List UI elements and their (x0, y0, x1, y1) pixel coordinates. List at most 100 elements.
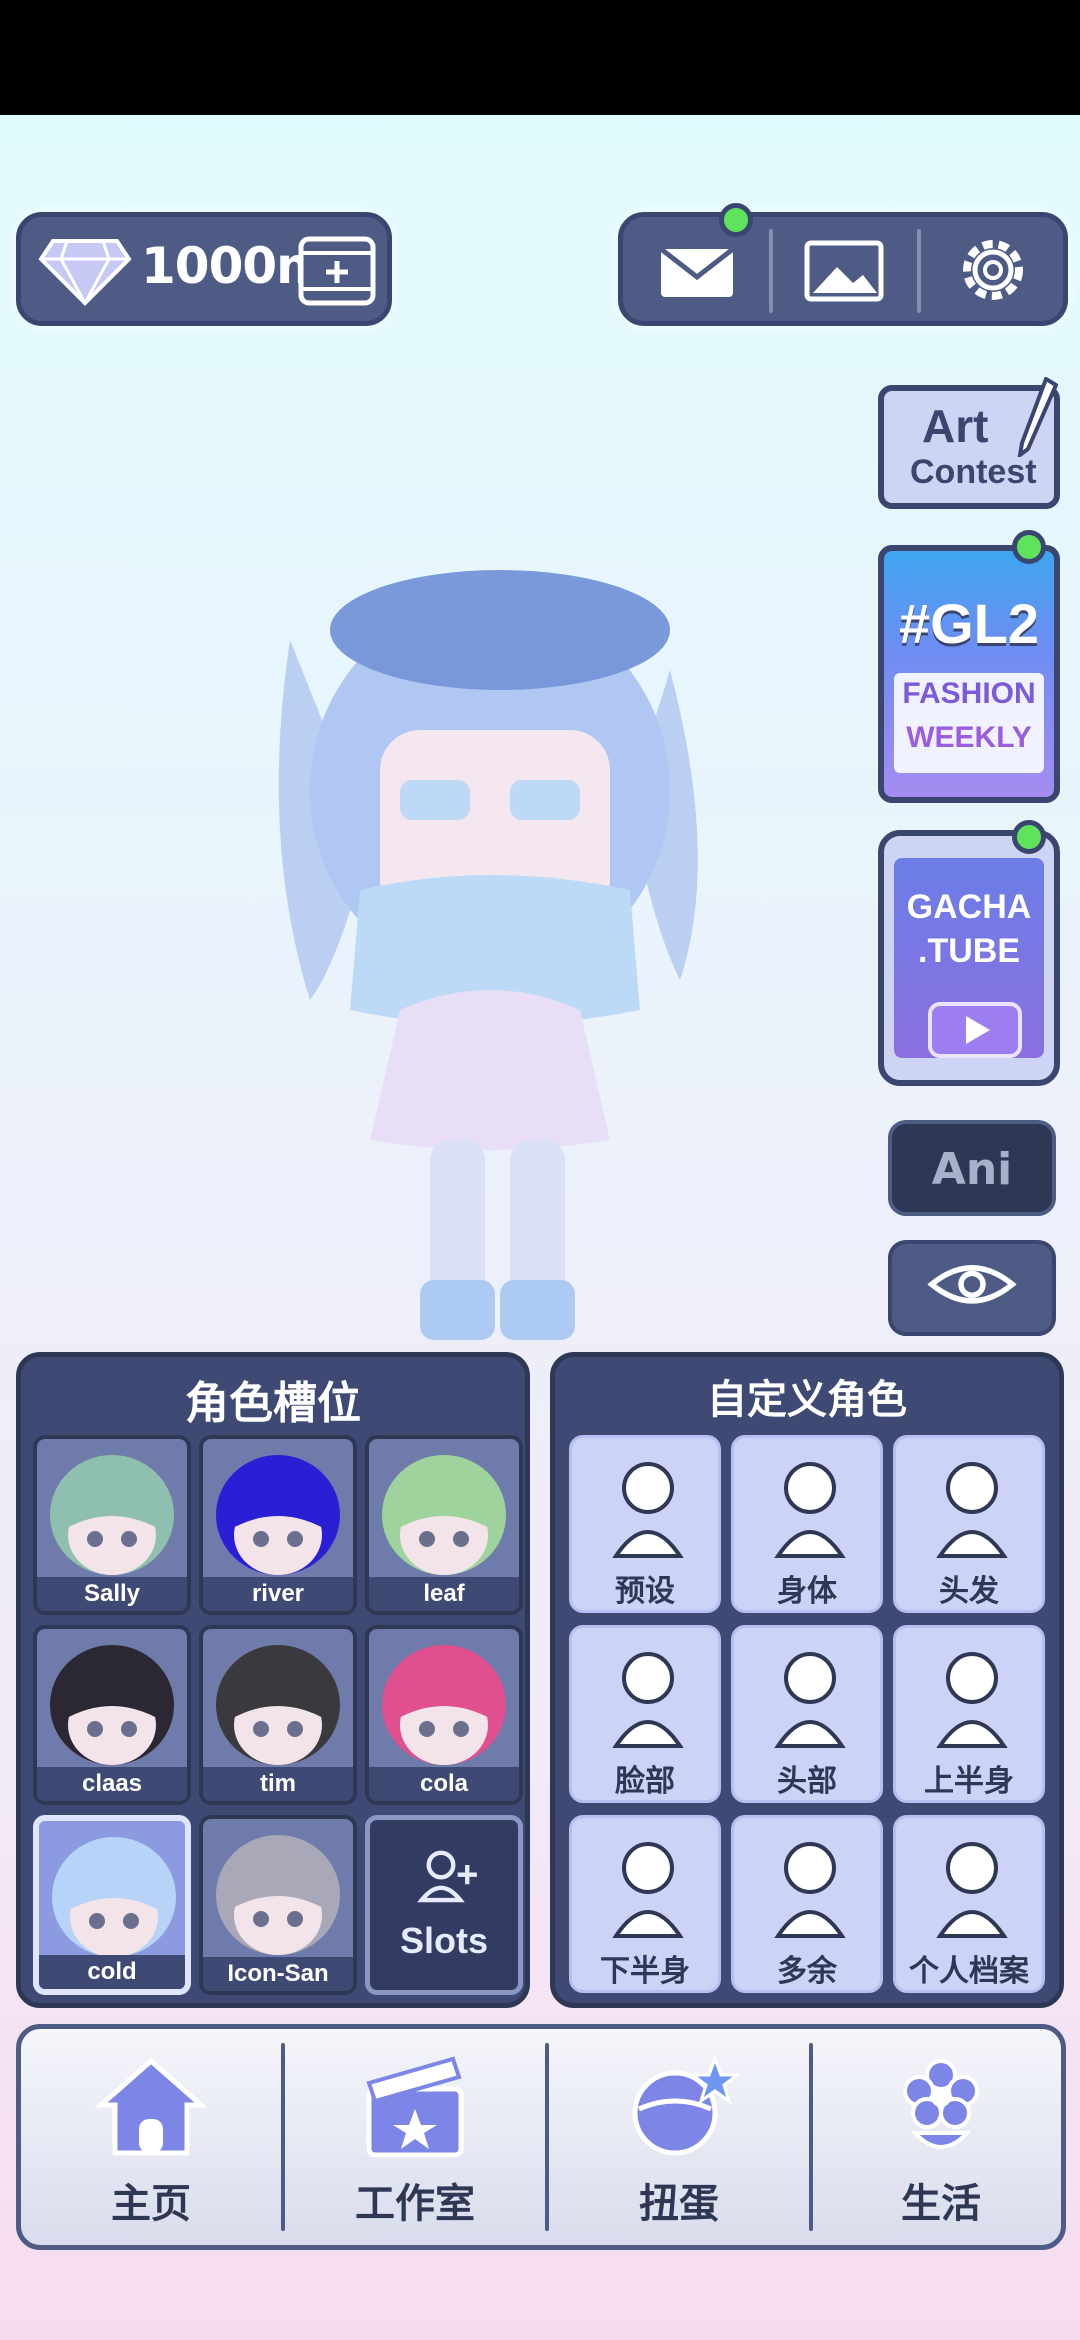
category-label: 上半身 (924, 1764, 1014, 1799)
gacha-tube-notification-dot (1012, 820, 1046, 854)
category-profile[interactable]: 个人档案 (893, 1815, 1045, 1993)
toggle-visibility-button[interactable] (888, 1240, 1056, 1336)
customize-panel: 自定义角色 预设 身体 头发脸部 头部 上半身下半身 多余 个人档案 (550, 1352, 1064, 2008)
character-face-icon (52, 1837, 176, 1957)
upper-body-icon (936, 1652, 1008, 1748)
gl2-tag: #GL2 (898, 592, 1040, 655)
character-slot-name: Icon-San (203, 1957, 353, 1991)
character-face-icon (216, 1455, 340, 1575)
face-icon (612, 1652, 684, 1748)
profile-icon (936, 1842, 1008, 1938)
category-body[interactable]: 身体 (731, 1435, 883, 1613)
character-slot[interactable]: claas (33, 1625, 191, 1805)
head-accessory-icon (774, 1652, 846, 1748)
mail-icon (659, 247, 735, 297)
weekly-label: WEEKLY (906, 721, 1032, 754)
body-icon (774, 1462, 846, 1558)
nav-home[interactable]: 主页 (21, 2029, 281, 2245)
gear-icon (963, 240, 1023, 300)
category-head-accessory[interactable]: 头部 (731, 1625, 883, 1803)
top-toolbar (618, 203, 1068, 326)
character-slot[interactable]: Icon-San (199, 1815, 357, 1995)
nav-studio[interactable]: 工作室 (285, 2029, 545, 2245)
gacha-icon (632, 2054, 739, 2156)
gacha-tube-line2: .TUBE (918, 932, 1020, 970)
art-contest-line1: Art (922, 400, 989, 452)
animate-button[interactable]: Ani (888, 1120, 1056, 1216)
character-slot-name: river (203, 1577, 353, 1611)
fashion-notification-dot (1012, 530, 1046, 564)
character-face-icon (382, 1455, 506, 1575)
toolbar-divider (769, 229, 773, 313)
status-bar (0, 0, 1080, 115)
art-contest-button[interactable]: Art Contest (878, 377, 1060, 509)
category-extra[interactable]: 多余 (731, 1815, 883, 1993)
gallery-button[interactable] (781, 227, 901, 313)
character-face-icon (50, 1645, 174, 1765)
category-label: 多余 (777, 1954, 837, 1989)
nav-life-label: 生活 (901, 2181, 981, 2227)
category-label: 预设 (615, 1574, 675, 1609)
nav-gacha[interactable]: 扭蛋 (549, 2029, 809, 2245)
character-slot-name: cold (39, 1955, 185, 1989)
character-slot[interactable]: cola (365, 1625, 523, 1805)
character-slot[interactable]: Sally (33, 1435, 191, 1615)
character-preview[interactable] (250, 540, 750, 1360)
character-face-icon (216, 1835, 340, 1955)
home-icon (94, 2057, 208, 2156)
category-label: 头发 (939, 1574, 999, 1609)
mail-button[interactable] (637, 227, 757, 313)
film-plus-icon[interactable] (297, 235, 377, 307)
hair-icon (936, 1462, 1008, 1558)
fashion-weekly-button[interactable]: #GL2 FASHION WEEKLY (878, 545, 1060, 803)
category-label: 身体 (777, 1574, 837, 1609)
category-face[interactable]: 脸部 (569, 1625, 721, 1803)
category-upper-body[interactable]: 上半身 (893, 1625, 1045, 1803)
diamond-icon (38, 239, 132, 307)
character-slots-panel: 角色槽位 Sally river leaf claas tim cola cold Icon-… (16, 1352, 530, 2008)
preset-icon (612, 1462, 684, 1558)
character-slot-name: claas (37, 1767, 187, 1801)
category-lower-body[interactable]: 下半身 (569, 1815, 721, 1993)
add-slots-button[interactable]: Slots (365, 1815, 523, 1995)
category-label: 个人档案 (909, 1954, 1029, 1989)
toolbar-divider (917, 229, 921, 313)
category-hair[interactable]: 头发 (893, 1435, 1045, 1613)
bottom-navigation: 主页 工作室 扭蛋 生活 (16, 2024, 1066, 2250)
character-slot-name: leaf (369, 1577, 519, 1611)
character-slot[interactable]: leaf (365, 1435, 523, 1615)
character-slot-name: cola (369, 1767, 519, 1801)
category-preset[interactable]: 预设 (569, 1435, 721, 1613)
character-face-icon (216, 1645, 340, 1765)
category-label: 脸部 (615, 1764, 675, 1799)
mail-notification-dot (719, 203, 753, 237)
gacha-tube-line1: GACHA (906, 888, 1032, 926)
character-slot[interactable]: tim (199, 1625, 357, 1805)
nav-home-label: 主页 (111, 2181, 191, 2227)
character-slot-name: Sally (37, 1577, 187, 1611)
extra-icon (774, 1842, 846, 1938)
category-label: 下半身 (600, 1954, 690, 1989)
character-face-icon (50, 1455, 174, 1575)
nav-life[interactable]: 生活 (811, 2029, 1071, 2245)
customize-title: 自定义角色 (707, 1377, 907, 1423)
character-slots-title: 角色槽位 (185, 1378, 361, 1429)
slots-label: Slots (399, 1920, 488, 1961)
lower-body-icon (612, 1842, 684, 1938)
currency-display[interactable]: 1000m (16, 212, 392, 326)
fashion-label: FASHION (902, 677, 1036, 710)
nav-gacha-label: 扭蛋 (639, 2181, 719, 2227)
pencil-icon (1017, 377, 1058, 457)
life-icon (903, 2059, 979, 2149)
character-face-icon (382, 1645, 506, 1765)
art-contest-line2: Contest (910, 453, 1037, 491)
nav-studio-label: 工作室 (355, 2181, 475, 2227)
character-slot[interactable]: cold (33, 1815, 191, 1995)
eye-icon (927, 1265, 1017, 1304)
character-slot[interactable]: river (199, 1435, 357, 1615)
settings-button[interactable] (933, 227, 1053, 313)
add-person-icon (417, 1850, 477, 1903)
character-slot-name: tim (203, 1767, 353, 1801)
gacha-tube-button[interactable]: GACHA .TUBE (878, 830, 1060, 1086)
studio-icon (366, 2056, 464, 2158)
